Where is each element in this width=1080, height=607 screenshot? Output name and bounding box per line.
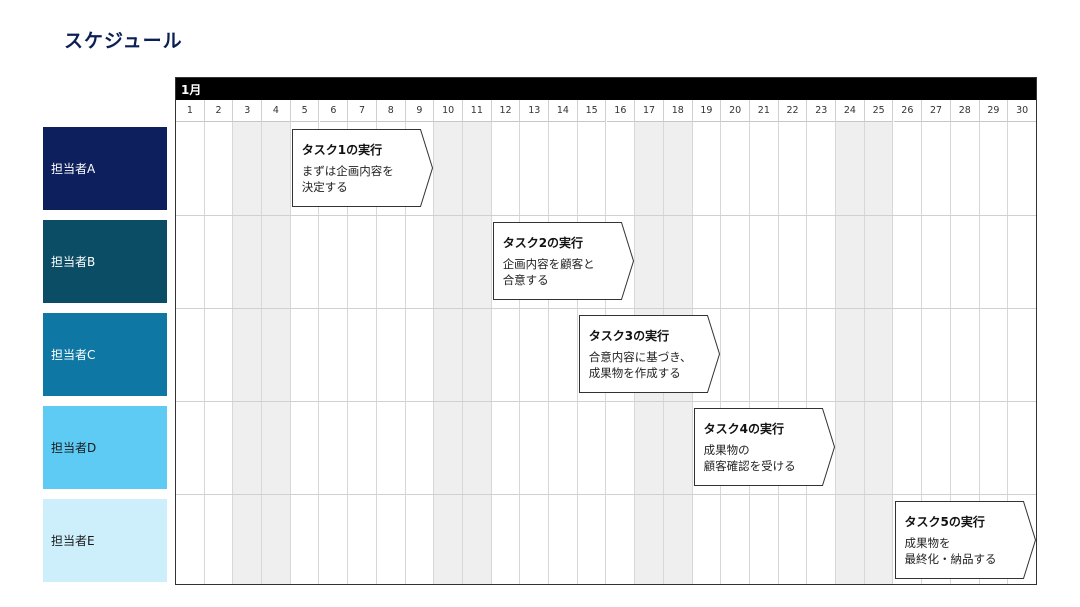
day-header: 27 [922, 100, 951, 122]
task-callout[interactable]: タスク3の実行合意内容に基づき、 成果物を作成する [578, 315, 720, 393]
day-column [262, 122, 291, 584]
day-column [463, 122, 492, 584]
day-header: 4 [262, 100, 291, 122]
day-header: 13 [520, 100, 550, 122]
day-column [492, 122, 521, 584]
day-header: 14 [549, 100, 578, 122]
assignee-label: 担当者E [51, 534, 95, 548]
day-header: 6 [319, 100, 349, 122]
task-description: 成果物の顧客確認を受ける [704, 442, 796, 474]
task-description-line: 企画内容を顧客と [502, 257, 595, 271]
day-header: 30 [1008, 100, 1036, 122]
day-column [176, 122, 205, 584]
day-column [549, 122, 578, 584]
day-header: 19 [692, 100, 722, 122]
day-column [520, 122, 550, 584]
day-header: 26 [893, 100, 923, 122]
task-description: 企画内容を顧客と 合意する [503, 256, 595, 288]
day-header: 29 [979, 100, 1009, 122]
task-description: 成果物を最終化・納品する [905, 535, 997, 567]
assignee-a: 担当者A [43, 127, 167, 210]
day-header: 1 [176, 100, 205, 122]
day-header: 21 [750, 100, 779, 122]
task-title: タスク4の実行 [703, 422, 784, 436]
day-header: 9 [405, 100, 435, 122]
assignee-b: 担当者B [43, 220, 167, 303]
assignee-label: 担当者D [51, 441, 97, 455]
day-column [205, 122, 234, 584]
assignee-e: 担当者E [43, 499, 167, 582]
task-description-line: 成果物を [904, 536, 951, 550]
task-description-line: 成果物を作成する [588, 366, 681, 380]
row-separator [176, 494, 1036, 495]
day-header: 28 [950, 100, 980, 122]
task-description-line: 顧客確認を受ける [703, 459, 796, 473]
day-column [750, 122, 779, 584]
gantt-chart: 1月 1 2 3 4 5 6 7 8 9 10 11 12 13 14 15 16 17 18 19 20 21 22 23… [175, 77, 1037, 585]
task-title: タスク3の実行 [588, 329, 670, 343]
task-description: まずは企画内容を 決定する [302, 163, 394, 195]
assignee-label: 担当者A [51, 162, 96, 176]
task-description-line: 最終化・納品する [904, 552, 997, 566]
day-column [779, 122, 808, 584]
day-column [807, 122, 837, 584]
day-header: 24 [836, 100, 865, 122]
day-header: 3 [233, 100, 263, 122]
day-header: 2 [204, 100, 234, 122]
assignee-c: 担当者C [43, 313, 167, 396]
day-header: 15 [577, 100, 607, 122]
assignee-label: 担当者C [51, 348, 96, 362]
day-header: 12 [491, 100, 521, 122]
day-header: 17 [635, 100, 664, 122]
day-column [721, 122, 750, 584]
day-header: 8 [376, 100, 406, 122]
task-description-line: 成果物の [703, 443, 750, 457]
day-header: 23 [807, 100, 837, 122]
day-column [864, 122, 894, 584]
task-description: 合意内容に基づき、 成果物を作成する [589, 349, 692, 381]
day-header: 20 [721, 100, 750, 122]
task-callout[interactable]: タスク5の実行 成果物を最終化・納品する [894, 501, 1036, 579]
day-column [836, 122, 865, 584]
assignee-label: 担当者B [51, 255, 96, 269]
day-header: 16 [606, 100, 636, 122]
day-header: 5 [290, 100, 320, 122]
task-description-line: まずは企画内容を [301, 164, 394, 178]
day-header: 22 [778, 100, 808, 122]
day-header: 7 [348, 100, 377, 122]
day-column [434, 122, 463, 584]
task-title: タスク2の実行 [502, 236, 584, 250]
task-title: タスク1の実行 [301, 143, 383, 157]
task-callout[interactable]: タスク1の実行 まずは企画内容を 決定する [291, 129, 433, 207]
task-description-line: 合意内容に基づき、 [588, 350, 692, 364]
month-header: 1月 [176, 78, 1036, 100]
row-separator [176, 215, 1036, 216]
assignee-d: 担当者D [43, 406, 167, 489]
day-header: 25 [864, 100, 894, 122]
row-separator [176, 308, 1036, 309]
task-callout[interactable]: タスク2の実行 企画内容を顧客と 合意する [492, 222, 634, 300]
task-callout[interactable]: タスク4の実行 成果物の顧客確認を受ける [693, 408, 835, 486]
task-title: タスク5の実行 [904, 515, 985, 529]
day-header: 18 [663, 100, 693, 122]
day-header: 10 [434, 100, 463, 122]
day-header: 11 [463, 100, 492, 122]
month-label: 1月 [181, 83, 202, 97]
row-separator [176, 401, 1036, 402]
task-description-line: 合意する [502, 273, 549, 287]
page-title: スケジュール [64, 30, 183, 52]
task-description-line: 決定する [301, 180, 348, 194]
day-column [233, 122, 263, 584]
